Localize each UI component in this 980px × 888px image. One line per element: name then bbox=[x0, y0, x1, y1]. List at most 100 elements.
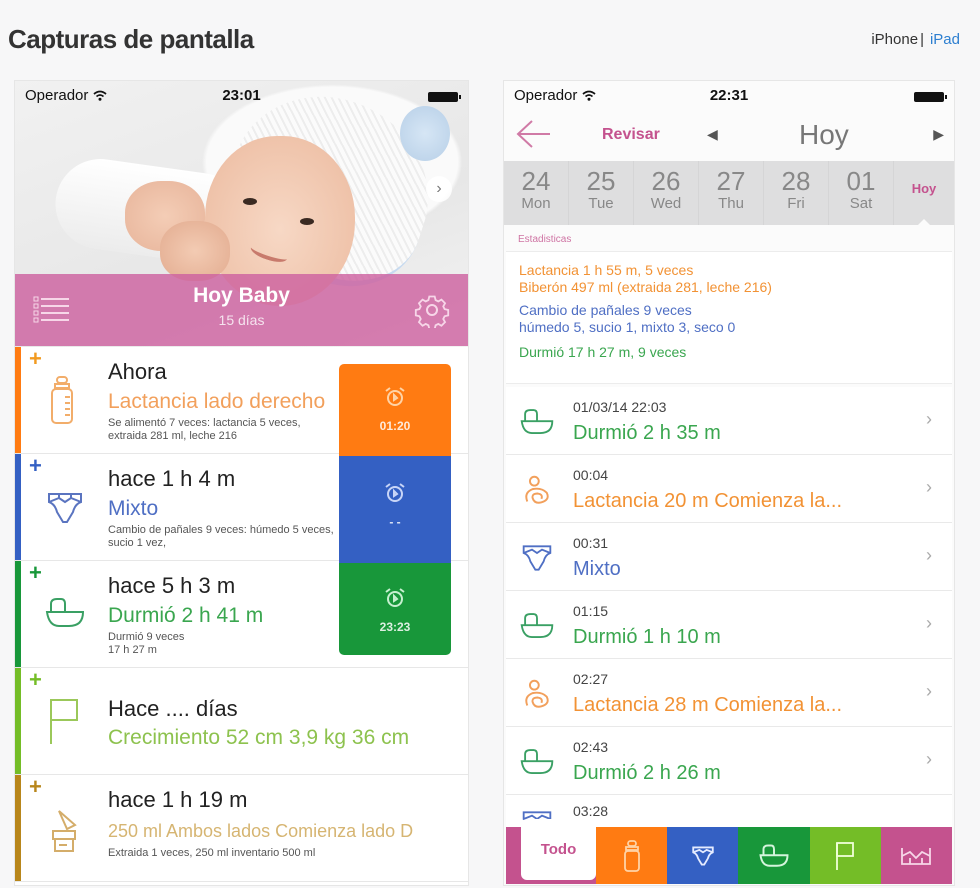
category-stripe bbox=[15, 668, 21, 774]
sleep-timer-button[interactable]: 23:23 bbox=[339, 563, 451, 655]
stats-bottle: Biberón 497 ml (extraida 281, leche 216) bbox=[519, 279, 772, 295]
entry-row[interactable]: 02:27 Lactancia 28 m Comienza la... › bbox=[506, 659, 952, 727]
stats-sleep: Durmió 17 h 27 m, 9 veces bbox=[519, 344, 687, 360]
tab-growth[interactable] bbox=[809, 827, 881, 884]
day-cell[interactable]: 26 Wed bbox=[634, 161, 699, 225]
category-stripe bbox=[15, 454, 21, 560]
entry-row[interactable]: 02:43 Durmió 2 h 26 m › bbox=[506, 727, 952, 795]
stats-diaper: Cambio de pañales 9 veces bbox=[519, 302, 692, 318]
activity-note: Extraida 1 veces, 250 ml inventario 500 … bbox=[108, 847, 316, 859]
stats-diaper-breakdown: húmedo 5, sucio 1, mixto 3, seco 0 bbox=[519, 319, 736, 335]
chevron-right-icon: › bbox=[926, 409, 932, 429]
baby-mouth bbox=[248, 240, 290, 266]
bottle-icon bbox=[51, 376, 73, 424]
entry-time: 02:27 bbox=[573, 671, 609, 687]
entry-detail: Mixto bbox=[573, 558, 621, 580]
entry-time: 00:31 bbox=[573, 535, 609, 551]
stats-label: Estadisticas bbox=[518, 234, 572, 245]
chevron-right-icon: › bbox=[926, 613, 932, 633]
iphone-tab[interactable]: iPhone bbox=[871, 31, 918, 48]
activity-row-growth[interactable]: + Hace .... días Crecimiento 52 cm 3,9 k… bbox=[15, 668, 468, 775]
activity-note: Cambio de pañales 9 veces: húmedo 5 vece… bbox=[108, 524, 334, 549]
add-pump-button[interactable]: + bbox=[29, 776, 42, 798]
alarm-clock-icon bbox=[385, 483, 405, 502]
crib-icon bbox=[520, 409, 554, 434]
chevron-right-icon: › bbox=[926, 749, 932, 769]
clock: 23:01 bbox=[222, 87, 261, 104]
entry-row[interactable]: 01/03/14 22:03 Durmió 2 h 35 m › bbox=[506, 387, 952, 455]
tab-diaper[interactable] bbox=[667, 827, 739, 884]
next-photo-button[interactable]: › bbox=[426, 176, 452, 202]
page-title: Capturas de pantalla bbox=[8, 24, 254, 54]
ipad-tab[interactable]: iPad bbox=[930, 31, 960, 48]
activity-detail: Lactancia lado derecho bbox=[108, 390, 326, 413]
review-button[interactable]: Revisar bbox=[602, 126, 660, 144]
day-cell[interactable]: 01 Sat bbox=[829, 161, 894, 225]
day-cell-today[interactable]: Hoy bbox=[894, 161, 954, 226]
stats-panel: Lactancia 1 h 55 m, 5 veces Biberón 497 … bbox=[506, 251, 952, 384]
baby-header: Hoy Baby 15 días bbox=[15, 274, 468, 346]
timer-value: - - bbox=[389, 515, 401, 529]
add-feeding-button[interactable]: + bbox=[29, 348, 42, 370]
back-arrow-icon[interactable] bbox=[516, 119, 552, 149]
activity-detail: Crecimiento 52 cm 3,9 kg 36 cm bbox=[108, 726, 410, 749]
category-stripe bbox=[15, 561, 21, 667]
activity-detail: Mixto bbox=[108, 497, 159, 520]
chevron-right-icon: › bbox=[926, 681, 932, 701]
activity-row-pump[interactable]: + hace 1 h 19 m 250 ml Ambos lados Comie… bbox=[15, 775, 468, 882]
day-cell[interactable]: 28 Fri bbox=[764, 161, 829, 225]
entry-time: 03:28 bbox=[573, 803, 609, 819]
entry-detail: Durmió 2 h 35 m bbox=[573, 422, 721, 444]
status-bar: Operador 23:01 bbox=[15, 81, 468, 111]
add-growth-button[interactable]: + bbox=[29, 669, 42, 691]
crib-icon bbox=[520, 613, 554, 638]
battery-icon bbox=[428, 92, 461, 102]
stats-feeding: Lactancia 1 h 55 m, 5 veces bbox=[519, 262, 694, 278]
activity-note: Se alimentó 7 veces: lactancia 5 veces, … bbox=[108, 417, 301, 442]
day-cell[interactable]: 25 Tue bbox=[569, 161, 634, 225]
screenshot-1: › Operador 23:01 Hoy Baby 15 días + Ahor bbox=[14, 80, 469, 886]
flag-icon bbox=[50, 699, 78, 744]
nursing-icon bbox=[525, 679, 549, 708]
add-diaper-button[interactable]: + bbox=[29, 455, 42, 477]
chevron-right-icon: › bbox=[926, 477, 932, 497]
status-bar: Operador 22:31 bbox=[504, 81, 954, 111]
add-sleep-button[interactable]: + bbox=[29, 562, 42, 584]
gear-icon[interactable] bbox=[414, 292, 450, 328]
next-day-button[interactable]: ▶ bbox=[933, 126, 944, 143]
device-separator: | bbox=[920, 31, 924, 48]
baby-name: Hoy Baby bbox=[193, 284, 290, 307]
tab-feeding[interactable] bbox=[596, 827, 668, 884]
nav-bar: Revisar ◀ Hoy ▶ bbox=[504, 111, 954, 159]
baby-age: 15 días bbox=[218, 312, 265, 328]
feeding-timer-button[interactable]: 01:20 bbox=[339, 364, 451, 456]
current-day-title: Hoy bbox=[799, 119, 849, 150]
diaper-icon bbox=[48, 493, 82, 523]
entry-row[interactable]: 01:15 Durmió 1 h 10 m › bbox=[506, 591, 952, 659]
entry-row[interactable]: 00:31 Mixto › bbox=[506, 523, 952, 591]
crib-icon bbox=[520, 749, 554, 774]
alarm-clock-icon bbox=[385, 588, 405, 607]
category-stripe bbox=[15, 775, 21, 881]
day-cell[interactable]: 27 Thu bbox=[699, 161, 764, 225]
tab-all[interactable]: Todo bbox=[521, 819, 596, 880]
entry-detail: Lactancia 28 m Comienza la... bbox=[573, 694, 843, 716]
activity-detail: 250 ml Ambos lados Comienza lado D bbox=[108, 821, 414, 841]
screenshot-2: Operador 22:31 Revisar ◀ Hoy ▶ 24 Mon 25 T… bbox=[503, 80, 955, 886]
entry-time: 02:43 bbox=[573, 739, 609, 755]
entry-row[interactable]: 00:04 Lactancia 20 m Comienza la... › bbox=[506, 455, 952, 523]
alarm-clock-icon bbox=[385, 387, 405, 406]
battery-icon bbox=[914, 92, 947, 102]
baby-hand bbox=[160, 221, 230, 281]
tab-sleep[interactable] bbox=[738, 827, 810, 884]
tab-other[interactable] bbox=[880, 827, 953, 884]
crib-icon bbox=[759, 844, 789, 867]
bottle-icon bbox=[623, 839, 640, 872]
day-cell[interactable]: 24 Mon bbox=[504, 161, 569, 225]
breast-pump-icon bbox=[52, 810, 77, 852]
activity-time: Ahora bbox=[108, 359, 167, 384]
diaper-timer-button[interactable]: - - bbox=[339, 456, 451, 563]
entry-time: 01/03/14 22:03 bbox=[573, 399, 667, 415]
entry-list: 01/03/14 22:03 Durmió 2 h 35 m › 00:04 L… bbox=[506, 387, 952, 863]
prev-day-button[interactable]: ◀ bbox=[707, 126, 718, 143]
